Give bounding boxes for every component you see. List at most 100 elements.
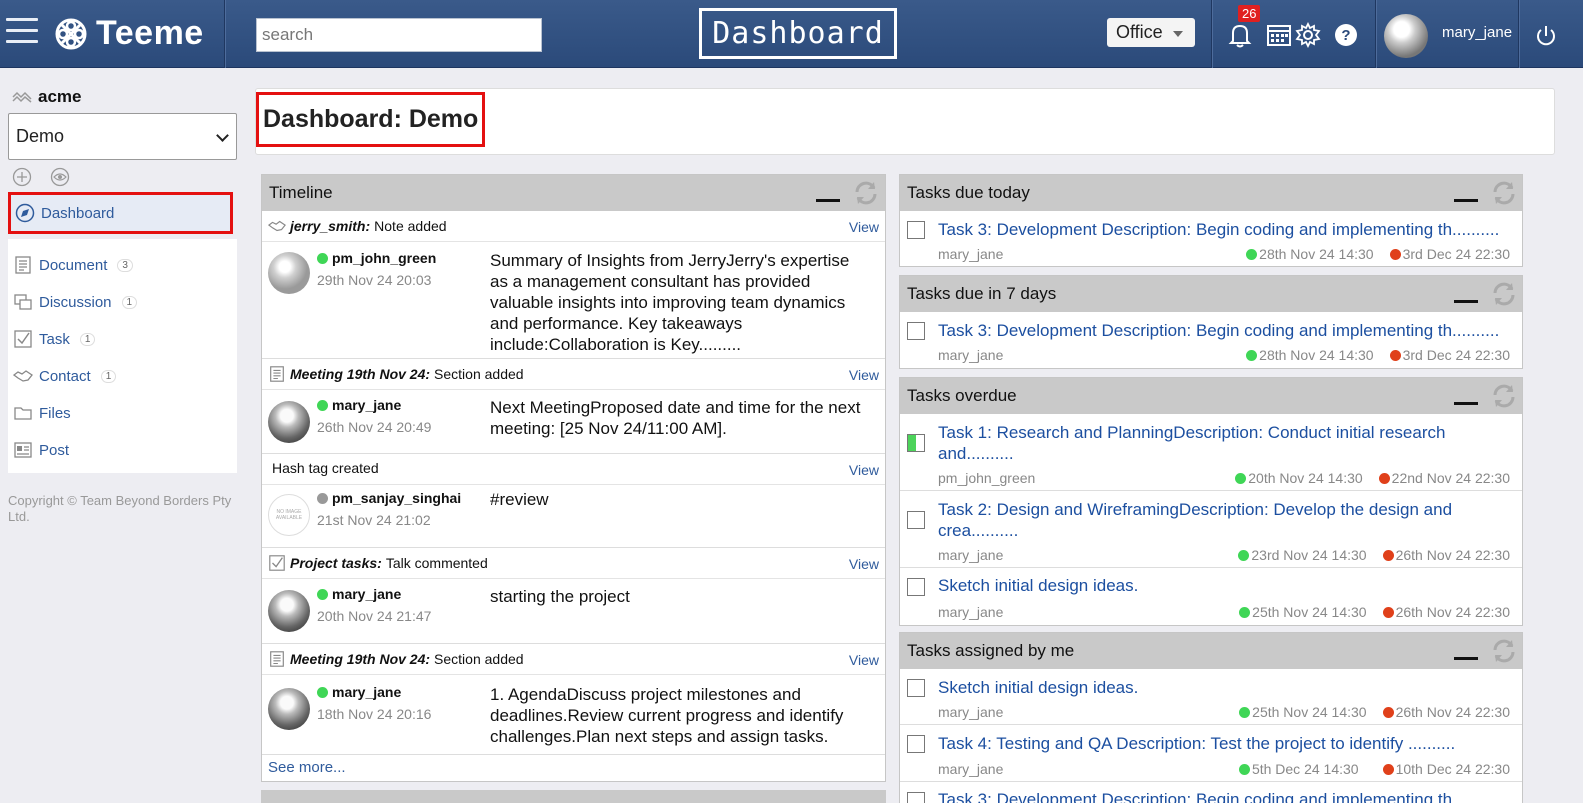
task-title-link[interactable]: Sketch initial design ideas. bbox=[938, 677, 1513, 698]
minimize-icon[interactable] bbox=[1454, 199, 1478, 202]
sidebar-item-post[interactable]: Post bbox=[13, 439, 69, 461]
task-checkbox[interactable] bbox=[907, 578, 925, 596]
count-badge: 1 bbox=[100, 369, 117, 383]
task-checkbox[interactable] bbox=[907, 679, 925, 697]
task-title-link[interactable]: Sketch initial design ideas. bbox=[938, 575, 1513, 596]
entry-text[interactable]: starting the project bbox=[490, 586, 870, 607]
due-dot-icon bbox=[1389, 349, 1401, 361]
calendar-icon[interactable] bbox=[1266, 22, 1292, 48]
task-title-link[interactable]: Task 3: Development Description: Begin c… bbox=[938, 789, 1513, 803]
minimize-icon[interactable] bbox=[816, 199, 840, 202]
view-link[interactable]: View bbox=[849, 462, 879, 478]
entry-text[interactable]: 1. AgendaDiscuss project milestones and … bbox=[490, 684, 870, 747]
refresh-icon[interactable] bbox=[851, 178, 881, 208]
task-checkbox[interactable] bbox=[907, 322, 925, 340]
app-logo[interactable]: Teeme bbox=[54, 14, 204, 53]
online-status-icon bbox=[317, 686, 328, 698]
task-title-link[interactable]: Task 4: Testing and QA Description: Test… bbox=[938, 733, 1513, 754]
header-username[interactable]: mary_jane bbox=[1442, 24, 1512, 41]
sidebar-item-dashboard[interactable]: Dashboard bbox=[8, 192, 233, 234]
entry-user[interactable]: pm_john_green bbox=[317, 250, 436, 266]
start-date: 28th Nov 24 14:30 bbox=[1246, 246, 1374, 262]
avatar bbox=[268, 252, 310, 294]
refresh-icon[interactable] bbox=[1489, 381, 1519, 411]
see-more-link[interactable]: See more... bbox=[268, 759, 346, 776]
view-link[interactable]: View bbox=[849, 556, 879, 572]
entry-user[interactable]: pm_sanjay_singhai bbox=[317, 490, 461, 506]
gear-icon[interactable] bbox=[1295, 22, 1321, 48]
sidebar-item-label: Dashboard bbox=[41, 204, 115, 222]
timeline-entry: Meeting 19th Nov 24: Section added View … bbox=[262, 644, 885, 755]
minimize-icon[interactable] bbox=[1454, 300, 1478, 303]
help-icon[interactable]: ? bbox=[1333, 22, 1359, 48]
entry-action: Talk commented bbox=[385, 555, 488, 571]
entry-action: Section added bbox=[434, 366, 524, 382]
workspace-select[interactable]: Demo bbox=[8, 113, 237, 160]
task-checkbox[interactable] bbox=[907, 511, 925, 529]
search-input[interactable] bbox=[256, 18, 542, 52]
entry-text[interactable]: Next MeetingProposed date and time for t… bbox=[490, 397, 870, 439]
task-user: pm_john_green bbox=[938, 470, 1036, 486]
org-label: acme bbox=[38, 87, 82, 106]
entry-text[interactable]: #review bbox=[490, 489, 870, 510]
chevron-down-icon bbox=[216, 129, 229, 142]
end-date: 22nd Nov 24 22:30 bbox=[1378, 470, 1510, 486]
sidebar-item-label: Discussion bbox=[39, 293, 112, 311]
view-link[interactable]: View bbox=[849, 219, 879, 235]
sidebar-item-files[interactable]: Files bbox=[13, 402, 71, 424]
compass-icon bbox=[15, 203, 35, 223]
add-icon[interactable] bbox=[12, 167, 32, 187]
menu-icon[interactable] bbox=[6, 18, 38, 46]
view-link[interactable]: View bbox=[849, 652, 879, 668]
workspace-value: Demo bbox=[16, 126, 65, 146]
sidebar-item-document[interactable]: Document 3 bbox=[13, 254, 133, 276]
refresh-icon[interactable] bbox=[1489, 178, 1519, 208]
entry-text[interactable]: Summary of Insights from JerryJerry's ex… bbox=[490, 250, 870, 355]
sidebar-item-discussion[interactable]: Discussion 1 bbox=[13, 291, 138, 313]
task-checkbox[interactable] bbox=[907, 735, 925, 753]
entry-user[interactable]: mary_jane bbox=[317, 586, 401, 602]
timeline-entry: Project tasks: Talk commented View mary_… bbox=[262, 548, 885, 644]
task-title-link[interactable]: Task 1: Research and PlanningDescription… bbox=[938, 422, 1513, 464]
sidebar-item-task[interactable]: Task 1 bbox=[13, 328, 96, 350]
task-checkbox[interactable] bbox=[907, 792, 925, 803]
power-icon[interactable] bbox=[1534, 24, 1558, 48]
task-title-link[interactable]: Task 3: Development Description: Begin c… bbox=[938, 219, 1513, 240]
eye-icon[interactable] bbox=[50, 167, 70, 187]
task-checkbox[interactable] bbox=[907, 221, 925, 239]
entry-action: Hash tag created bbox=[272, 460, 379, 476]
entry-header: Meeting 19th Nov 24: Section added bbox=[268, 365, 524, 383]
panel-title: Tasks due in 7 days bbox=[907, 284, 1057, 303]
refresh-icon[interactable] bbox=[1489, 279, 1519, 309]
view-link[interactable]: View bbox=[849, 367, 879, 383]
document-icon bbox=[15, 256, 31, 274]
bell-icon[interactable] bbox=[1227, 22, 1253, 48]
task-item: Task 2: Design and WireframingDescriptio… bbox=[900, 491, 1522, 568]
sidebar-item-contact[interactable]: Contact 1 bbox=[13, 365, 117, 387]
refresh-icon[interactable] bbox=[1489, 636, 1519, 666]
panel-title: Timeline bbox=[269, 183, 333, 202]
teeme-logo-icon bbox=[55, 18, 87, 49]
org-name: acme bbox=[12, 87, 81, 107]
timeline-entry: Meeting 19th Nov 24: Section added View … bbox=[262, 359, 885, 454]
task-title-link[interactable]: Task 3: Development Description: Begin c… bbox=[938, 320, 1513, 341]
task-title-link[interactable]: Task 2: Design and WireframingDescriptio… bbox=[938, 499, 1513, 541]
entry-header: jerry_smith: Note added bbox=[268, 217, 447, 235]
minimize-icon[interactable] bbox=[1454, 657, 1478, 660]
entry-username: pm_john_green bbox=[332, 250, 437, 266]
caret-down-icon bbox=[1172, 30, 1183, 37]
panel-header: Tasks due in 7 days bbox=[900, 276, 1522, 312]
user-avatar[interactable] bbox=[1384, 14, 1428, 58]
task-checkbox-partial[interactable] bbox=[907, 434, 925, 452]
office-dropdown[interactable]: Office bbox=[1107, 18, 1195, 47]
entry-action: Note added bbox=[374, 218, 447, 234]
minimize-icon[interactable] bbox=[1454, 402, 1478, 405]
entry-user[interactable]: mary_jane bbox=[317, 684, 401, 700]
task-dates: 5th Dec 24 14:30 10th Dec 24 22:30 bbox=[1238, 761, 1510, 777]
entry-user[interactable]: mary_jane bbox=[317, 397, 401, 413]
panel-header: Timeline bbox=[262, 175, 885, 211]
task-user: mary_jane bbox=[938, 761, 1004, 777]
entry-source: Meeting 19th Nov 24: bbox=[290, 651, 431, 667]
svg-text:?: ? bbox=[1341, 27, 1350, 44]
tasks-due-today-panel: Tasks due today Task 3: Development Desc… bbox=[899, 174, 1523, 267]
